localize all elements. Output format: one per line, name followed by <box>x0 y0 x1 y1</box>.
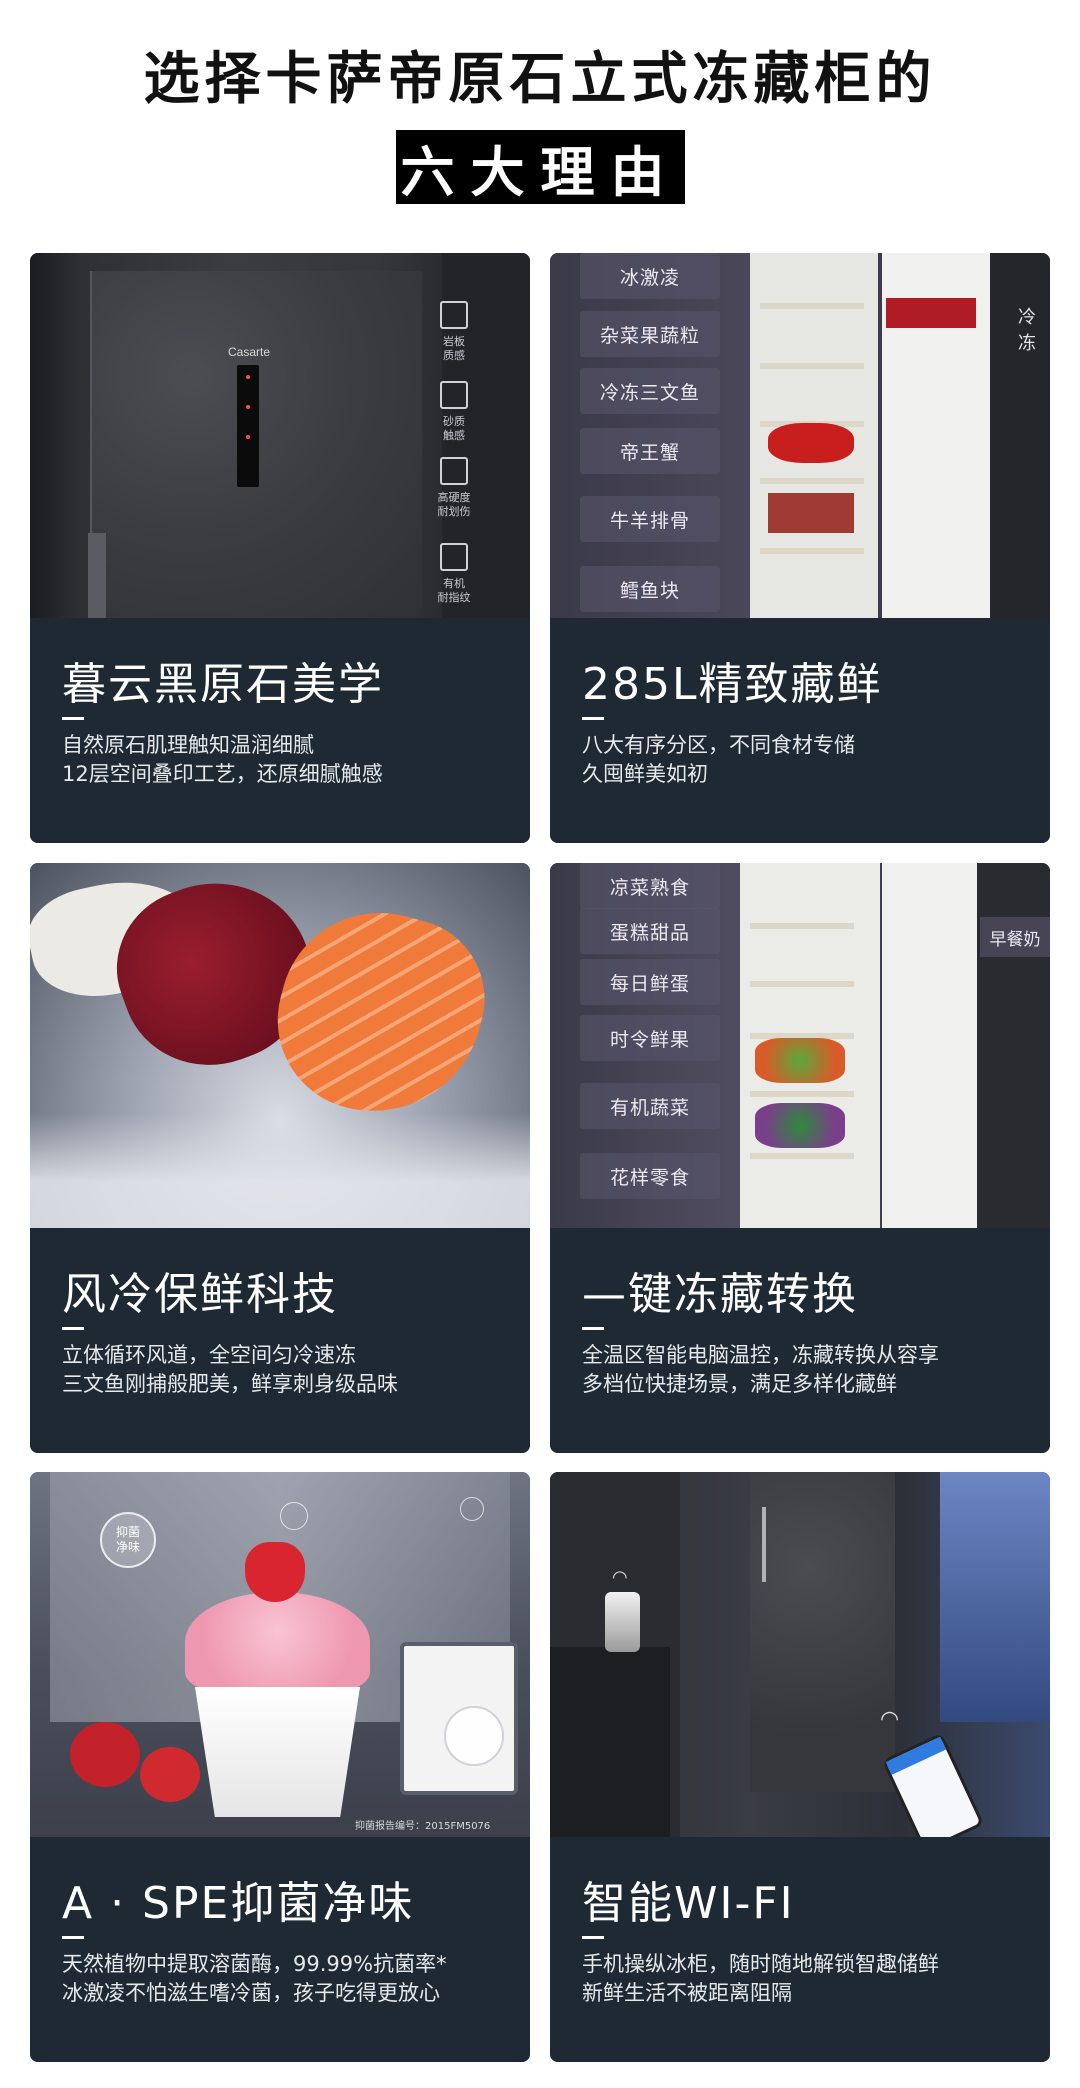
desc-line: 久囤鲜美如初 <box>582 762 708 786</box>
title-dash <box>62 1936 84 1939</box>
desc-line: 多档位快捷场景，满足多样化藏鲜 <box>582 1372 897 1396</box>
card-text-area: 暮云黑原石美学 自然原石肌理触知温润细腻 12层空间叠印工艺，还原细腻触感 <box>30 618 530 843</box>
smart-home-image: ◠ ◠ <box>550 1472 1050 1837</box>
feature-card-stone-aesthetics: Casarte 岩板 质感 砂质 触感 高硬度 耐划伤 有机 耐指纹 暮云黑原石美学 自… <box>30 253 530 843</box>
report-number-note: 抑菌报告编号：2015FM5076 <box>355 1821 491 1832</box>
shelf-label: 每日鲜蛋 <box>580 959 720 1005</box>
antibacterial-bubble: 抑菌 净味 <box>100 1512 156 1568</box>
card-text-area: 风冷保鲜科技 立体循环风道，全空间匀冷速冻 三文鱼刚捕般肥美，鲜享刺身级品味 <box>30 1228 530 1453</box>
feature-card-antibacterial: 抑菌 净味 抑菌报告编号：2015FM5076 A · SPE抑菌净味 天然植物中… <box>30 1472 530 2062</box>
card-text-area: A · SPE抑菌净味 天然植物中提取溶菌酶，99.99%抗菌率* 冰激凌不怕滋… <box>30 1837 530 2062</box>
feature-card-285l-storage: 冷冻 冰激凌 杂菜果蔬粒 冷冻三文鱼 帝王蟹 牛羊排骨 鳕鱼块 285L精致藏鲜… <box>550 253 1050 843</box>
ice-cream-image: 抑菌 净味 抑菌报告编号：2015FM5076 <box>30 1472 530 1837</box>
brand-logo: Casarte <box>228 345 271 359</box>
title-dash <box>582 1327 604 1330</box>
card-text-area: 智能WI-FI 手机操纵冰柜，随时随地解锁智趣储鲜 新鲜生活不被距离阻隔 <box>550 1837 1050 2062</box>
shelf-label: 凉菜熟食 <box>580 863 720 909</box>
card-title: 风冷保鲜科技 <box>62 1269 338 1320</box>
shelf-label: 冷冻三文鱼 <box>580 368 720 414</box>
feature-caption-fingerprint: 有机 耐指纹 <box>437 577 471 604</box>
page-header: 选择卡萨帝原石立式冻藏柜的 六大理由 <box>0 0 1080 240</box>
card-text-area: —键冻藏转换 全温区智能电脑温控，冻藏转换从容享 多档位快捷场景，满足多样化藏鲜 <box>550 1228 1050 1453</box>
shelf-label: 牛羊排骨 <box>580 496 720 542</box>
feature-card-air-cooling: 风冷保鲜科技 立体循环风道，全空间匀冷速冻 三文鱼刚捕般肥美，鲜享刺身级品味 <box>30 863 530 1453</box>
test-report-image <box>400 1642 518 1795</box>
control-panel <box>237 365 259 487</box>
title-dash <box>582 717 604 720</box>
title-dash <box>62 717 84 720</box>
rock-icon <box>440 301 468 329</box>
card-title: 285L精致藏鲜 <box>582 659 883 710</box>
card-title: 暮云黑原石美学 <box>62 659 384 710</box>
feature-caption-hardness: 高硬度 耐划伤 <box>437 491 471 518</box>
shelf-label: 冰激凌 <box>580 253 720 299</box>
shelf-label: 花样零食 <box>580 1153 720 1199</box>
phone-image <box>881 1732 985 1837</box>
card-description: 八大有序分区，不同食材专储 久囤鲜美如初 <box>582 731 855 789</box>
feature-caption-rock: 岩板 质感 <box>443 335 465 362</box>
feature-card-mode-switch: 早餐奶 凉菜熟食 蛋糕甜品 每日鲜蛋 时令鲜果 有机蔬菜 花样零食 —键冻藏转换… <box>550 863 1050 1453</box>
smart-speaker <box>605 1592 640 1652</box>
desc-line: 立体循环风道，全空间匀冷速冻 <box>62 1343 356 1367</box>
fridge-mode-image: 早餐奶 凉菜熟食 蛋糕甜品 每日鲜蛋 时令鲜果 有机蔬菜 花样零食 <box>550 863 1050 1228</box>
page-subtitle-badge: 六大理由 <box>396 130 685 204</box>
card-description: 全温区智能电脑温控，冻藏转换从容享 多档位快捷场景，满足多样化藏鲜 <box>582 1341 939 1399</box>
desc-line: 新鲜生活不被距离阻隔 <box>582 1981 792 2005</box>
feature-card-smart-wifi: ◠ ◠ 智能WI-FI 手机操纵冰柜，随时随地解锁智趣储鲜 新鲜生活不被距离阻隔 <box>550 1472 1050 2062</box>
shelf-label: 时令鲜果 <box>580 1015 720 1061</box>
page-title: 选择卡萨帝原石立式冻藏柜的 <box>143 47 937 112</box>
desc-line: 天然植物中提取溶菌酶，99.99%抗菌率* <box>62 1952 447 1976</box>
card-description: 天然植物中提取溶菌酶，99.99%抗菌率* 冰激凌不怕滋生嗜冷菌，孩子吃得更放心 <box>62 1950 447 2008</box>
shelf-label: 蛋糕甜品 <box>580 908 720 954</box>
desc-line: 自然原石肌理触知温润细腻 <box>62 733 314 757</box>
desc-line: 冰激凌不怕滋生嗜冷菌，孩子吃得更放心 <box>62 1981 440 2005</box>
desc-line: 12层空间叠印工艺，还原细腻触感 <box>62 762 383 786</box>
shelf-label: 杂菜果蔬粒 <box>580 311 720 357</box>
side-label: 早餐奶 <box>980 917 1050 957</box>
desc-line: 全温区智能电脑温控，冻藏转换从容享 <box>582 1343 939 1367</box>
card-text-area: 285L精致藏鲜 八大有序分区，不同食材专储 久囤鲜美如初 <box>550 618 1050 843</box>
card-title: 智能WI-FI <box>582 1878 795 1929</box>
desc-line: 三文鱼刚捕般肥美，鲜享刺身级品味 <box>62 1372 398 1396</box>
fingerprint-icon <box>440 543 468 571</box>
wifi-signal-icon: ◠ <box>880 1707 900 1732</box>
feature-caption-sand: 砂质 触感 <box>443 415 465 442</box>
sand-icon <box>440 381 468 409</box>
desc-line: 手机操纵冰柜，随时随地解锁智趣储鲜 <box>582 1952 939 1976</box>
side-label: 冷冻 <box>1018 307 1036 354</box>
desc-line: 八大有序分区，不同食材专储 <box>582 733 855 757</box>
freezer-interior-image: 冷冻 冰激凌 杂菜果蔬粒 冷冻三文鱼 帝王蟹 牛羊排骨 鳕鱼块 <box>550 253 1050 618</box>
fish-fillet-image <box>30 863 530 1228</box>
wifi-icon: ◠ <box>612 1567 628 1588</box>
diamond-icon <box>440 457 468 485</box>
freezer-door-image: Casarte 岩板 质感 砂质 触感 高硬度 耐划伤 有机 耐指纹 <box>30 253 530 618</box>
shelf-label: 有机蔬菜 <box>580 1083 720 1129</box>
card-title: —键冻藏转换 <box>582 1269 858 1320</box>
card-title: A · SPE抑菌净味 <box>62 1878 415 1929</box>
card-description: 立体循环风道，全空间匀冷速冻 三文鱼刚捕般肥美，鲜享刺身级品味 <box>62 1341 398 1399</box>
shelf-label: 帝王蟹 <box>580 428 720 474</box>
card-description: 自然原石肌理触知温润细腻 12层空间叠印工艺，还原细腻触感 <box>62 731 383 789</box>
card-description: 手机操纵冰柜，随时随地解锁智趣储鲜 新鲜生活不被距离阻隔 <box>582 1950 939 2008</box>
shelf-label: 鳕鱼块 <box>580 566 720 612</box>
title-dash <box>62 1327 84 1330</box>
title-dash <box>582 1936 604 1939</box>
